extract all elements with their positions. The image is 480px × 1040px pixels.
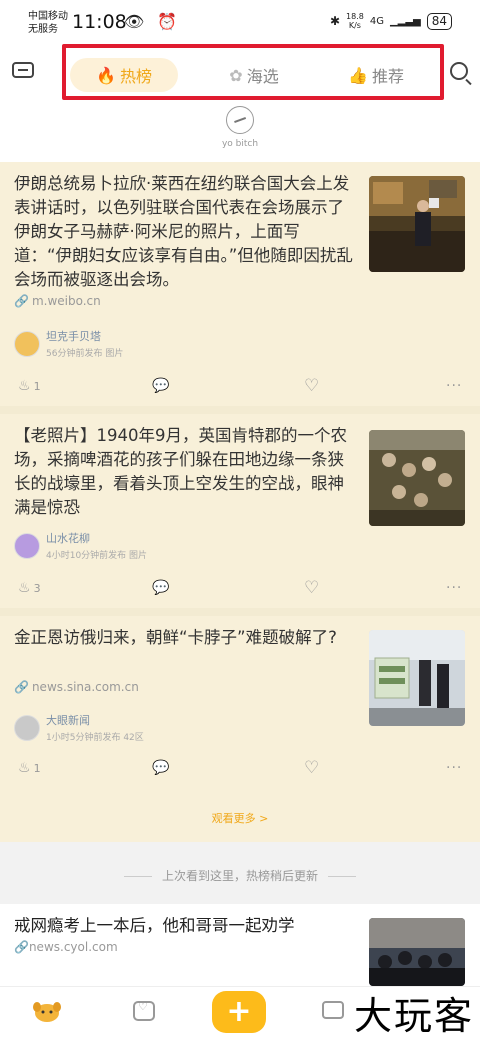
message-icon[interactable]: [322, 1001, 344, 1019]
favorite-icon[interactable]: ♡: [304, 758, 319, 778]
like-count: 1: [33, 762, 41, 775]
author-name[interactable]: 大眼新闻: [46, 712, 144, 728]
speed-unit: K/s: [348, 21, 361, 30]
feed-card[interactable]: 伊朗总统易卜拉欣·莱西在纽约联合国大会上发表讲话时，以色列驻联合国代表在会场展示…: [0, 162, 480, 406]
menu-card-icon[interactable]: [12, 62, 34, 78]
comment-icon[interactable]: 💬: [152, 378, 169, 394]
yo-label: yo bitch: [221, 139, 259, 149]
card-title[interactable]: 金正恩访俄归来，朝鲜“卡脖子”难题破解了?: [14, 626, 354, 650]
link-icon: 🔗: [14, 294, 29, 308]
like-button[interactable]: ♨ 1: [18, 760, 41, 776]
yo-logo-icon: [226, 106, 254, 134]
card-divider: [0, 406, 480, 414]
more-icon[interactable]: ···: [446, 580, 462, 596]
avatar[interactable]: [14, 330, 40, 357]
card-author[interactable]: 坦克手贝塔 56分钟前发布 图片: [14, 328, 123, 359]
avatar[interactable]: [14, 532, 40, 559]
hot-icon: 🔥: [96, 65, 116, 85]
feed-card[interactable]: 金正恩访俄归来，朝鲜“卡脖子”难题破解了? 🔗 news.sina.com.cn …: [0, 616, 480, 796]
fire-icon: ♨: [18, 378, 31, 394]
tab-audition[interactable]: ✿ 海选: [204, 58, 304, 92]
home-dog-icon[interactable]: [32, 999, 62, 1023]
battery-level: 84: [426, 12, 452, 30]
speed-value: 18.8: [346, 12, 364, 21]
feed-card[interactable]: 戒网瘾考上一本后，他和哥哥一起劝学 🔗news.cyol.com: [0, 904, 480, 986]
carrier-info: 中国移动 无服务: [28, 10, 68, 36]
bluetooth-icon: ✱: [329, 14, 341, 28]
top-header: 🔥 热榜 ✿ 海选 👍 推荐: [0, 44, 480, 100]
author-name[interactable]: 坦克手贝塔: [46, 328, 123, 344]
card-source-text: news.cyol.com: [28, 940, 118, 954]
network-speed: 18.8 K/s: [346, 12, 364, 30]
like-count: 3: [33, 582, 41, 595]
search-icon[interactable]: [450, 62, 468, 80]
status-time: 11:08: [72, 11, 127, 33]
card-actions: ♨ 1 💬 ♡ ···: [0, 376, 480, 402]
comment-icon[interactable]: 💬: [152, 580, 169, 596]
thumbs-up-icon: 👍: [348, 65, 368, 85]
card-thumbnail[interactable]: [369, 630, 465, 726]
card-source[interactable]: 🔗news.cyol.com: [14, 940, 118, 954]
chat-heart-icon[interactable]: [133, 1000, 155, 1021]
card-source[interactable]: 🔗 m.weibo.cn: [14, 294, 101, 308]
like-button[interactable]: ♨ 3: [18, 580, 41, 596]
carrier-service: 无服务: [28, 24, 58, 35]
hot-feed: 伊朗总统易卜拉欣·莱西在纽约联合国大会上发表讲话时，以色列驻联合国代表在会场展示…: [0, 162, 480, 842]
tab-hot[interactable]: 🔥 热榜: [70, 58, 178, 92]
post-meta: 4小时10分钟前发布 图片: [46, 551, 148, 561]
card-title[interactable]: 伊朗总统易卜拉欣·莱西在纽约联合国大会上发表讲话时，以色列驻联合国代表在会场展示…: [14, 172, 354, 292]
watermark-logo: 大玩客: [353, 994, 474, 1038]
card-thumbnail[interactable]: [369, 918, 465, 986]
signal-icon: ▁▂▃▅: [389, 15, 421, 27]
like-count: 1: [33, 380, 41, 393]
link-icon: 🔗: [14, 940, 29, 954]
more-icon[interactable]: ···: [446, 378, 462, 394]
shell-icon: ✿: [229, 65, 243, 85]
favorite-icon[interactable]: ♡: [304, 376, 319, 396]
card-actions: ♨ 1 💬 ♡ ···: [0, 758, 480, 784]
pull-refresh-indicator: yo bitch: [0, 106, 480, 149]
status-bar: 中国移动 无服务 11:08 👁 ⏰ ✱ 18.8 K/s 4G ▁▂▃▅ 84: [0, 0, 480, 44]
avatar[interactable]: [14, 714, 40, 741]
tab-recommend[interactable]: 👍 推荐: [326, 58, 426, 92]
comment-icon[interactable]: 💬: [152, 760, 169, 776]
more-icon[interactable]: ···: [446, 760, 462, 776]
card-author[interactable]: 山水花柳 4小时10分钟前发布 图片: [14, 530, 147, 561]
fire-icon: ♨: [18, 580, 31, 596]
add-post-button[interactable]: +: [212, 991, 266, 1033]
card-author[interactable]: 大眼新闻 1小时5分钟前发布 42区: [14, 712, 144, 743]
fire-icon: ♨: [18, 760, 31, 776]
view-more-link[interactable]: 观看更多 >: [0, 810, 480, 826]
card-title[interactable]: 【老照片】1940年9月，英国肯特郡的一个农场，采摘啤酒花的孩子们躲在田地边缘一…: [14, 424, 354, 520]
tab-recommend-label: 推荐: [371, 67, 404, 86]
card-divider: [0, 608, 480, 616]
network-type: 4G: [369, 15, 384, 27]
link-icon: 🔗: [14, 680, 29, 694]
card-source[interactable]: 🔗 news.sina.com.cn: [14, 680, 139, 694]
like-button[interactable]: ♨ 1: [18, 378, 41, 394]
tab-highlight-box: 🔥 热榜 ✿ 海选 👍 推荐: [62, 44, 444, 100]
card-thumbnail[interactable]: [369, 430, 465, 526]
bottom-nav: + 大玩客: [0, 986, 480, 1040]
last-seen-divider: 上次看到这里，热榜稍后更新: [0, 867, 480, 884]
card-title[interactable]: 戒网瘾考上一本后，他和哥哥一起劝学: [14, 912, 295, 936]
post-meta: 56分钟前发布 图片: [46, 349, 124, 359]
tab-audition-label: 海选: [246, 67, 279, 86]
favorite-icon[interactable]: ♡: [304, 578, 319, 598]
card-thumbnail[interactable]: [369, 176, 465, 272]
post-meta: 1小时5分钟前发布 42区: [46, 733, 144, 743]
feed-card[interactable]: 【老照片】1940年9月，英国肯特郡的一个农场，采摘啤酒花的孩子们躲在田地边缘一…: [0, 414, 480, 608]
status-right: ✱ 18.8 K/s 4G ▁▂▃▅ 84: [330, 12, 452, 30]
card-source-text: news.sina.com.cn: [31, 680, 139, 694]
card-source-text: m.weibo.cn: [31, 294, 101, 308]
eye-alarm-icons: 👁 ⏰: [124, 12, 182, 31]
tab-hot-label: 热榜: [119, 67, 152, 86]
carrier-name: 中国移动: [28, 11, 68, 22]
card-actions: ♨ 3 💬 ♡ ···: [0, 578, 480, 604]
author-name[interactable]: 山水花柳: [46, 530, 147, 546]
